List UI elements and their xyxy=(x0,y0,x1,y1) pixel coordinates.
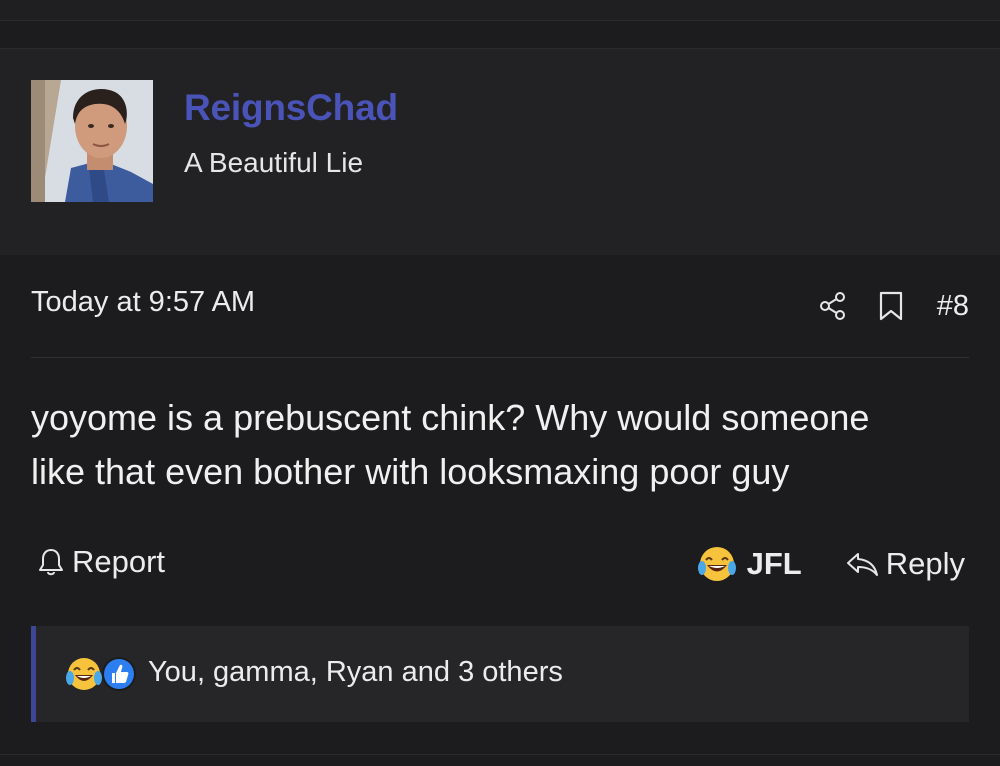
post-timestamp[interactable]: Today at 9:57 AM xyxy=(31,286,255,319)
footer-actions: JFL Reply xyxy=(697,540,965,588)
avatar-photo-icon xyxy=(31,80,153,202)
post-body: yoyome is a prebuscent chink? Why would … xyxy=(31,391,971,499)
report-label: Report xyxy=(72,544,166,579)
thread-screen: ReignsChad A Beautiful Lie Today at 9:57… xyxy=(0,0,1000,766)
author-user-title: A Beautiful Lie xyxy=(184,147,364,178)
post-meta-actions: #8 xyxy=(813,286,969,326)
reply-arrow-icon xyxy=(846,553,878,576)
report-button[interactable]: Report xyxy=(36,544,165,580)
reactions-summary[interactable]: You, gamma, Ryan and 3 others xyxy=(31,626,969,722)
post-meta: Today at 9:57 AM #8 xyxy=(31,286,969,326)
thumbs-up-icon xyxy=(102,657,136,691)
post-author-header: ReignsChad A Beautiful Lie xyxy=(0,48,1000,303)
post-number-link[interactable]: #8 xyxy=(937,290,969,323)
meta-divider xyxy=(31,357,969,358)
author-username[interactable]: ReignsChad xyxy=(184,87,398,129)
laugh-cry-emoji-icon xyxy=(697,547,736,581)
post-body-line: like that even bother with looksmaxing p… xyxy=(31,451,790,492)
reply-label: Reply xyxy=(885,546,965,581)
share-icon[interactable] xyxy=(813,286,853,326)
bookmark-icon[interactable] xyxy=(871,286,911,326)
laugh-cry-emoji-icon xyxy=(66,658,102,690)
reaction-button[interactable]: JFL xyxy=(697,544,802,584)
bell-icon xyxy=(39,549,63,576)
post-bottom-border xyxy=(0,754,1000,755)
post-body-line: yoyome is a prebuscent chink? Why would … xyxy=(31,397,870,438)
reaction-icons xyxy=(64,654,144,694)
reply-button[interactable]: Reply xyxy=(844,546,965,582)
post-footer: Report JFL Reply xyxy=(31,540,969,588)
previous-post-edge xyxy=(0,0,1000,21)
avatar[interactable] xyxy=(31,80,153,202)
reactions-summary-text[interactable]: You, gamma, Ryan and 3 others xyxy=(148,656,563,689)
reaction-label: JFL xyxy=(746,546,802,581)
